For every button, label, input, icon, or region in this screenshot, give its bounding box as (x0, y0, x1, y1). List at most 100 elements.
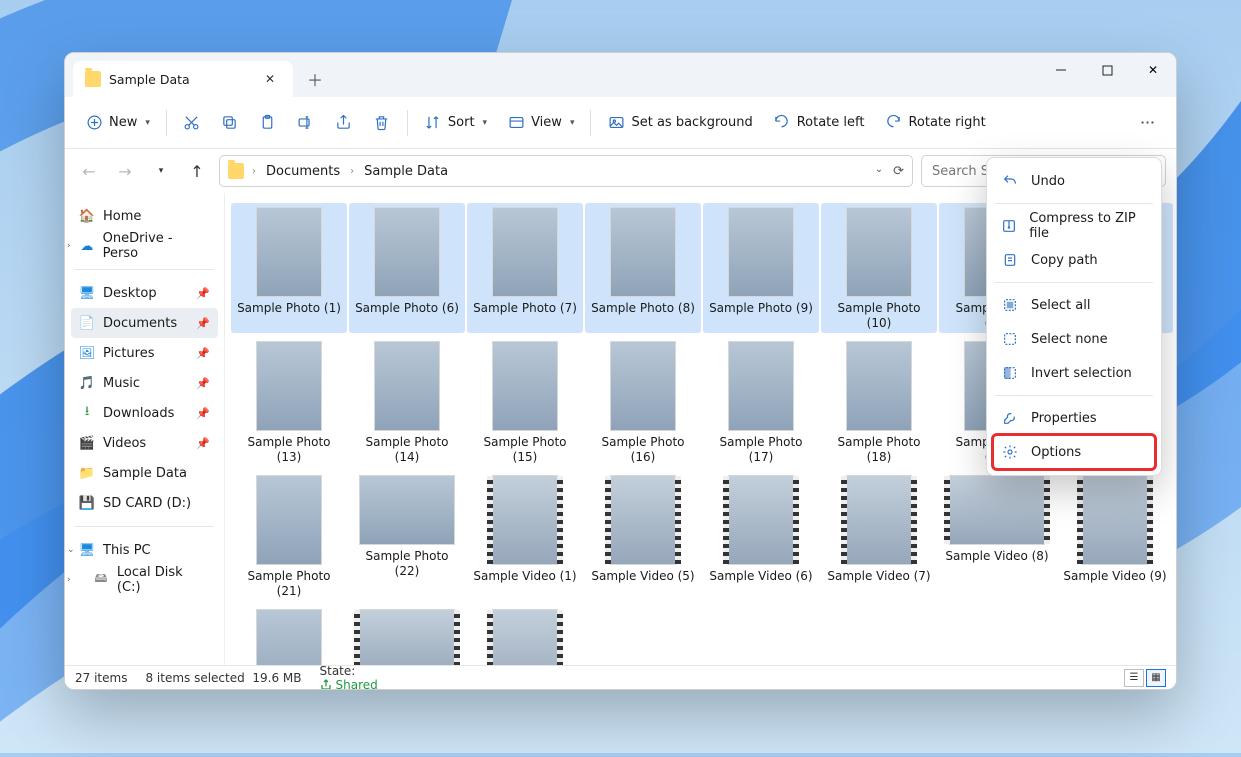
set-background-button[interactable]: Set as background (597, 106, 762, 140)
sidebar-item-label: Videos (103, 436, 146, 451)
ctx-copy-path[interactable]: Copy path (993, 243, 1155, 277)
video-thumbnail (728, 475, 794, 565)
file-item[interactable]: Sample Photo (16) (585, 337, 701, 467)
ctx-properties[interactable]: Properties (993, 401, 1155, 435)
file-item[interactable]: Sample Photo (17) (703, 337, 819, 467)
sidebar-item-sdcard[interactable]: 💾SD CARD (D:) (71, 488, 218, 518)
rotate-left-button[interactable]: Rotate left (763, 106, 875, 140)
file-item[interactable]: Sample Photo (18) (821, 337, 937, 467)
file-item[interactable]: Sample Photo (1) (231, 203, 347, 333)
new-label: New (109, 115, 137, 130)
view-icon (507, 114, 525, 132)
file-label: Sample Video (9) (1063, 569, 1166, 584)
breadcrumb-documents[interactable]: Documents (262, 162, 344, 181)
copy-icon (221, 114, 239, 132)
sidebar-item-home[interactable]: 🏠 Home (71, 201, 218, 231)
sidebar-item-sample-data[interactable]: 📁Sample Data (71, 458, 218, 488)
minimize-button[interactable] (1038, 53, 1084, 87)
rotate-right-button[interactable]: Rotate right (874, 106, 995, 140)
rotate-right-label: Rotate right (908, 115, 985, 130)
file-label: Sample Video (6) (709, 569, 812, 584)
status-state-label: State: (320, 664, 356, 678)
photo-thumbnail (492, 341, 558, 431)
back-button[interactable]: ← (75, 157, 103, 185)
file-item[interactable]: Sample Video (8) (939, 471, 1055, 601)
new-tab-button[interactable]: ＋ (299, 63, 331, 95)
maximize-button[interactable] (1084, 53, 1130, 87)
ctx-select-none[interactable]: Select none (993, 322, 1155, 356)
file-label: Sample Photo (13) (234, 435, 344, 465)
recent-dropdown-icon[interactable]: ⌄ (875, 164, 883, 179)
photo-thumbnail (256, 609, 322, 665)
forward-button[interactable]: → (111, 157, 139, 185)
chevron-right-icon[interactable]: › (67, 575, 71, 585)
paste-button[interactable] (249, 106, 287, 140)
chevron-right-icon[interactable]: › (67, 241, 71, 251)
share-button[interactable] (325, 106, 363, 140)
file-item[interactable]: Sample Photo (7) (467, 203, 583, 333)
file-item[interactable]: Sample Video (7) (821, 471, 937, 601)
recent-locations-button[interactable]: ▾ (147, 157, 175, 185)
ctx-undo[interactable]: Undo (993, 164, 1155, 198)
file-item[interactable]: Sample Photo (22) (349, 471, 465, 601)
details-view-button[interactable]: ☰ (1124, 669, 1144, 687)
cut-button[interactable] (173, 106, 211, 140)
close-window-button[interactable]: ✕ (1130, 53, 1176, 87)
file-item[interactable]: Sample Photo (14) (349, 337, 465, 467)
sidebar-item-music[interactable]: 🎵Music📌 (71, 368, 218, 398)
sort-button[interactable]: Sort ▾ (414, 106, 497, 140)
sidebar-item-localdisk[interactable]: ›🖴Local Disk (C:) (71, 565, 218, 595)
file-label: Sample Photo (10) (824, 301, 934, 331)
copy-button[interactable] (211, 106, 249, 140)
sidebar-item-thispc[interactable]: ⌄🖥This PC (71, 535, 218, 565)
file-item[interactable]: Sample Video (9) (1057, 471, 1173, 601)
sidebar-item-documents[interactable]: 📄Documents📌 (71, 308, 218, 338)
tab-sample-data[interactable]: Sample Data ✕ (73, 61, 293, 97)
desktop-icon: 🖥 (79, 285, 95, 301)
video-thumbnail (359, 609, 455, 665)
address-bar[interactable]: › Documents › Sample Data ⌄ ⟳ (219, 155, 913, 187)
sidebar-item-desktop[interactable]: 🖥Desktop📌 (71, 278, 218, 308)
new-button[interactable]: New ▾ (75, 106, 160, 140)
file-item[interactable]: Sample Photo (15) (467, 337, 583, 467)
status-size: 19.6 MB (252, 671, 301, 685)
ctx-options[interactable]: Options (993, 435, 1155, 469)
sidebar-item-videos[interactable]: 🎬Videos📌 (71, 428, 218, 458)
view-button[interactable]: View ▾ (497, 106, 584, 140)
file-item[interactable]: Sample Video (1) (467, 471, 583, 601)
folder-icon (85, 71, 101, 87)
file-item[interactable]: Sample Photo (10) (821, 203, 937, 333)
cloud-icon: ☁ (79, 238, 95, 254)
photo-thumbnail (359, 475, 455, 545)
ctx-invert-selection[interactable]: Invert selection (993, 356, 1155, 390)
chevron-down-icon[interactable]: ⌄ (67, 545, 75, 555)
up-button[interactable]: ↑ (183, 157, 211, 185)
file-item[interactable]: Sample Photo (6) (349, 203, 465, 333)
close-tab-button[interactable]: ✕ (259, 68, 281, 90)
photo-thumbnail (846, 341, 912, 431)
file-item[interactable] (231, 605, 347, 665)
breadcrumb-sample-data[interactable]: Sample Data (360, 162, 452, 181)
sidebar-item-downloads[interactable]: ⭳Downloads📌 (71, 398, 218, 428)
sidebar-item-onedrive[interactable]: › ☁ OneDrive - Perso (71, 231, 218, 261)
photo-thumbnail (256, 207, 322, 297)
file-label: Sample Video (8) (945, 549, 1048, 564)
share-icon (335, 114, 353, 132)
ctx-select-all[interactable]: Select all (993, 288, 1155, 322)
file-item[interactable] (349, 605, 465, 665)
icons-view-button[interactable]: ▦ (1146, 669, 1166, 687)
file-item[interactable]: Sample Video (5) (585, 471, 701, 601)
file-item[interactable]: Sample Photo (9) (703, 203, 819, 333)
delete-button[interactable] (363, 106, 401, 140)
ctx-compress[interactable]: Compress to ZIP file (993, 209, 1155, 243)
set-background-label: Set as background (631, 115, 752, 130)
file-item[interactable]: Sample Video (6) (703, 471, 819, 601)
file-item[interactable]: Sample Photo (8) (585, 203, 701, 333)
file-item[interactable]: Sample Photo (13) (231, 337, 347, 467)
file-item[interactable]: Sample Photo (21) (231, 471, 347, 601)
file-item[interactable] (467, 605, 583, 665)
sidebar-item-pictures[interactable]: 🖼Pictures📌 (71, 338, 218, 368)
more-button[interactable] (1128, 106, 1166, 140)
rename-button[interactable] (287, 106, 325, 140)
refresh-button[interactable]: ⟳ (893, 164, 904, 179)
